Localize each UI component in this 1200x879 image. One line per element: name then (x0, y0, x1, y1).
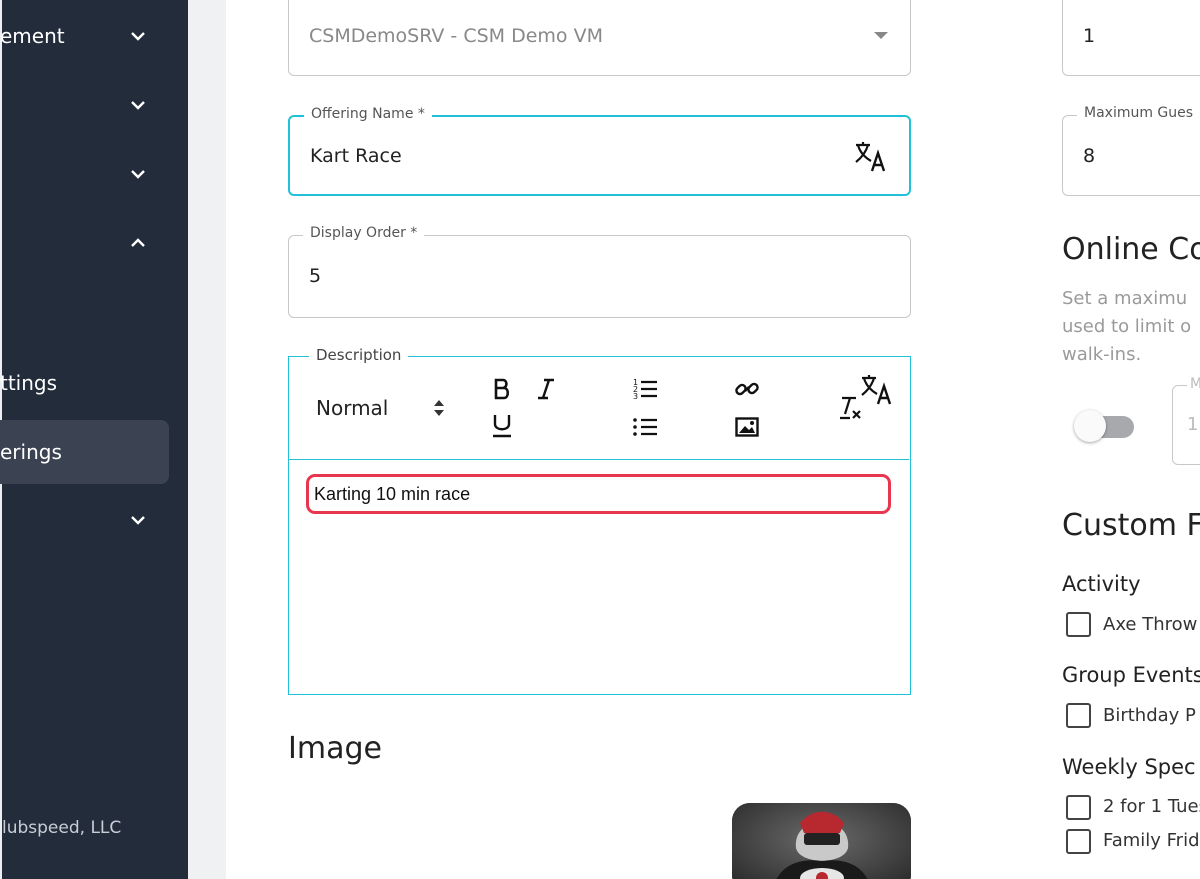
display-order-label: Display Order * (303, 225, 425, 241)
online-section-title: Online Co (1062, 232, 1200, 267)
group-title-activity: Activity (1062, 572, 1141, 596)
sidebar-item-offerings[interactable]: erings (0, 432, 188, 472)
offering-name-label: Offering Name * (304, 106, 432, 122)
caret-down-icon (874, 32, 888, 39)
checkbox-family-friday[interactable] (1066, 829, 1091, 854)
online-help-text: Set a maximu used to limit o walk-ins. (1062, 288, 1192, 365)
helmet-photo (732, 803, 911, 879)
sidebar-item-settings[interactable]: ttings (0, 363, 188, 403)
translate-icon[interactable] (854, 141, 888, 173)
custom-section-title: Custom F (1062, 508, 1200, 543)
checkbox-label: Birthday P (1103, 705, 1196, 726)
toolbar-divider (289, 459, 909, 460)
sidebar-item-expanded[interactable] (0, 223, 188, 263)
chevron-down-icon (131, 101, 145, 110)
display-order-field[interactable]: Display Order * 5 (288, 225, 911, 318)
maximum-guests-value: 8 (1083, 145, 1096, 167)
main-content: CSMDemoSRV - CSM Demo VM Offering Name *… (226, 0, 1200, 879)
checkbox-label: Family Frid (1103, 830, 1200, 851)
chevron-down-icon (131, 32, 145, 41)
select-arrows-icon[interactable] (433, 398, 445, 418)
clear-format-icon[interactable] (838, 395, 862, 421)
checkbox-two-for-one[interactable] (1066, 795, 1091, 820)
image-section-title: Image (288, 731, 382, 766)
sidebar-item-label: ttings (0, 371, 58, 395)
sidebar-item-2[interactable] (0, 85, 188, 125)
top-number-field[interactable]: 1 (1062, 0, 1200, 76)
group-title-group-events: Group Events (1062, 663, 1200, 687)
toggle-knob[interactable] (1074, 410, 1106, 442)
online-limit-field[interactable]: M 1 (1172, 376, 1200, 465)
checkbox-birthday[interactable] (1066, 703, 1091, 728)
location-select-value: CSMDemoSRV - CSM Demo VM (309, 25, 603, 47)
bullet-list-icon[interactable] (632, 415, 658, 439)
chevron-down-icon (131, 170, 145, 179)
offering-name-field[interactable]: Offering Name * Kart Race (288, 106, 911, 196)
description-editor: Description Normal 1 2 3 Karting 10 min … (288, 346, 911, 695)
chevron-down-icon (131, 516, 145, 525)
bold-icon[interactable] (491, 377, 513, 401)
checkbox-axe-throw[interactable] (1066, 612, 1091, 637)
sidebar-item-management[interactable]: ement (0, 16, 188, 56)
format-select[interactable]: Normal (316, 396, 388, 420)
annotation-highlight-box (306, 474, 891, 514)
online-limit-label: M (1187, 376, 1200, 392)
checkbox-label: 2 for 1 Tues (1103, 796, 1200, 817)
checkbox-label: Axe Throw (1103, 614, 1198, 635)
group-title-weekly-specials: Weekly Spec (1062, 755, 1196, 779)
italic-icon[interactable] (536, 377, 556, 401)
top-number-value: 1 (1083, 25, 1096, 47)
maximum-guests-label: Maximum Gues (1077, 105, 1200, 121)
sidebar-item-7[interactable] (0, 500, 188, 540)
svg-text:3: 3 (633, 392, 638, 401)
offering-name-value: Kart Race (310, 145, 402, 167)
sidebar-item-label: ement (0, 24, 65, 48)
underline-icon[interactable] (491, 413, 513, 439)
offering-image[interactable] (732, 803, 911, 879)
sidebar-item-3[interactable] (0, 154, 188, 194)
maximum-guests-field[interactable]: Maximum Gues 8 (1062, 105, 1200, 196)
sidebar-footer-company: lubspeed, LLC (2, 818, 122, 838)
image-icon[interactable] (735, 417, 759, 437)
online-limit-value: 1 (1187, 414, 1199, 435)
link-icon[interactable] (735, 377, 759, 401)
chevron-up-icon (131, 238, 145, 247)
ordered-list-icon[interactable]: 1 2 3 (632, 377, 658, 401)
sidebar-item-label: erings (0, 440, 62, 464)
sidebar: ement ttings erings lubspeed, LLC (0, 0, 188, 879)
description-label: Description (309, 346, 409, 364)
translate-icon[interactable] (860, 374, 894, 406)
display-order-value: 5 (309, 265, 322, 287)
location-select[interactable]: CSMDemoSRV - CSM Demo VM (288, 0, 911, 76)
